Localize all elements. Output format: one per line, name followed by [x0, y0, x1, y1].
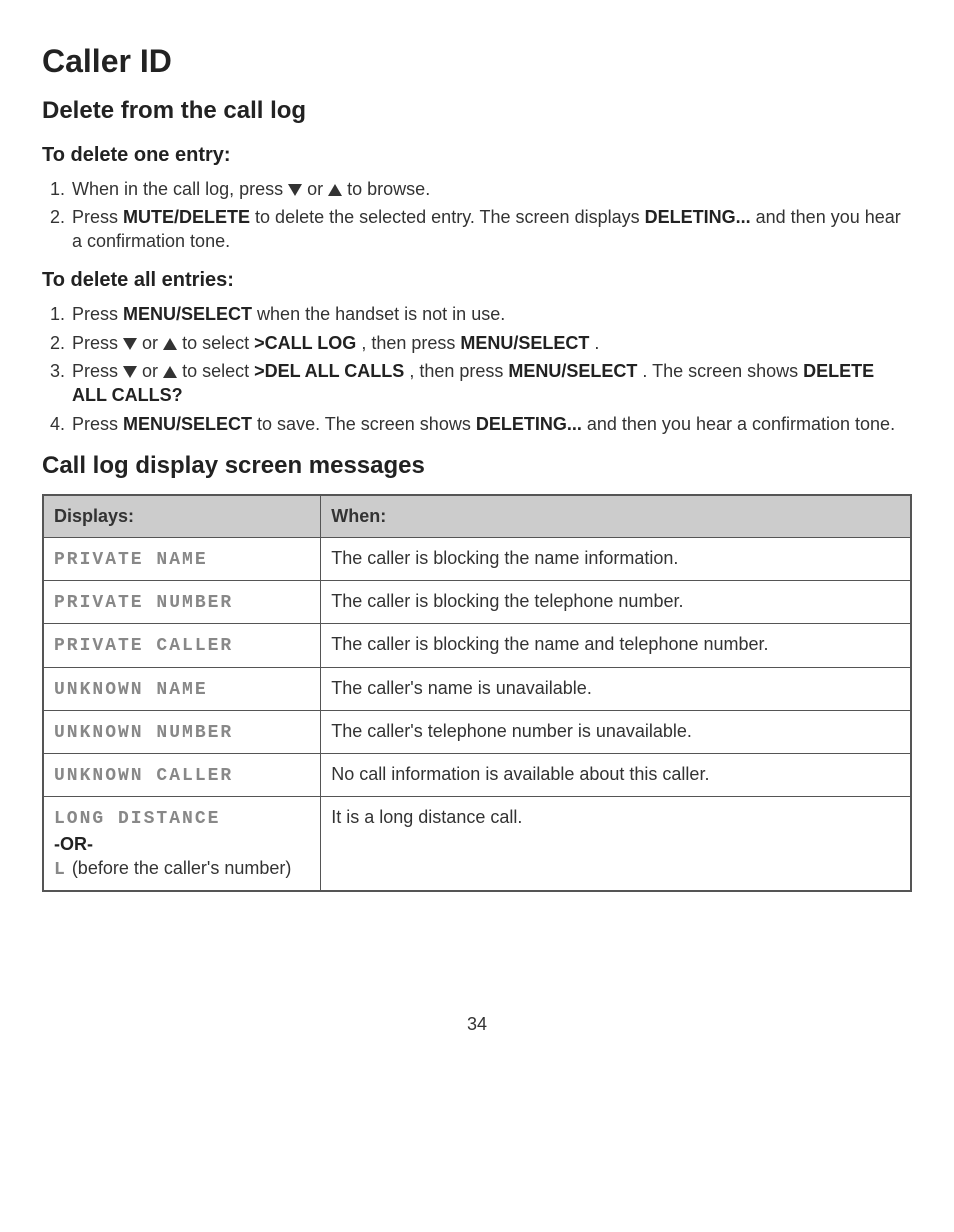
subheading-delete-one: To delete one entry: — [42, 142, 912, 169]
down-triangle-icon — [123, 366, 137, 378]
cell-when: The caller is blocking the name informat… — [321, 537, 911, 580]
column-header-displays: Displays: — [43, 495, 321, 537]
up-triangle-icon — [163, 338, 177, 350]
table-row: PRIVATE NAME The caller is blocking the … — [43, 537, 911, 580]
key-label: MUTE/DELETE — [123, 207, 250, 227]
cell-when: The caller's name is unavailable. — [321, 667, 911, 710]
key-label: MENU/SELECT — [123, 304, 252, 324]
lcd-text: PRIVATE NUMBER — [54, 593, 233, 613]
text: Press — [72, 333, 123, 353]
column-header-when: When: — [321, 495, 911, 537]
up-triangle-icon — [328, 184, 342, 196]
page-number: 34 — [42, 1012, 912, 1036]
text: to select — [182, 333, 254, 353]
down-triangle-icon — [288, 184, 302, 196]
cell-when: The caller is blocking the telephone num… — [321, 580, 911, 623]
table-row: PRIVATE CALLER The caller is blocking th… — [43, 624, 911, 667]
text: Press — [72, 361, 123, 381]
lcd-text: UNKNOWN NAME — [54, 680, 208, 700]
screen-text: DELETING... — [645, 207, 751, 227]
step: Press MENU/SELECT to save. The screen sh… — [70, 412, 912, 436]
step: Press or to select >CALL LOG , then pres… — [70, 331, 912, 355]
step: Press MUTE/DELETE to delete the selected… — [70, 205, 912, 254]
table-row: UNKNOWN CALLER No call information is av… — [43, 754, 911, 797]
up-triangle-icon — [163, 366, 177, 378]
text: , then press — [361, 333, 460, 353]
down-triangle-icon — [123, 338, 137, 350]
text: Press — [72, 207, 123, 227]
step: When in the call log, press or to browse… — [70, 177, 912, 201]
table-row: UNKNOWN NUMBER The caller's telephone nu… — [43, 710, 911, 753]
menu-option: >DEL ALL CALLS — [254, 361, 404, 381]
text: and then you hear a confirmation tone. — [587, 414, 895, 434]
step: Press or to select >DEL ALL CALLS , then… — [70, 359, 912, 408]
cell-when: The caller's telephone number is unavail… — [321, 710, 911, 753]
step: Press MENU/SELECT when the handset is no… — [70, 302, 912, 326]
key-label: MENU/SELECT — [508, 361, 637, 381]
text: to delete the selected entry. The screen… — [255, 207, 645, 227]
lcd-text: LONG DISTANCE — [54, 809, 220, 829]
text: . The screen shows — [642, 361, 803, 381]
lcd-prefix: L — [54, 860, 67, 880]
screen-text: DELETING... — [476, 414, 582, 434]
lcd-text: UNKNOWN NUMBER — [54, 723, 233, 743]
section-delete: Delete from the call log — [42, 95, 912, 127]
text: or — [142, 361, 163, 381]
key-label: MENU/SELECT — [123, 414, 252, 434]
lcd-text: PRIVATE CALLER — [54, 636, 233, 656]
cell-when: It is a long distance call. — [321, 797, 911, 891]
text: . — [594, 333, 599, 353]
key-label: MENU/SELECT — [460, 333, 589, 353]
text: , then press — [409, 361, 508, 381]
text: (before the caller's number) — [67, 858, 292, 878]
lcd-text: PRIVATE NAME — [54, 550, 208, 570]
text: to select — [182, 361, 254, 381]
menu-option: >CALL LOG — [254, 333, 356, 353]
text: or — [307, 179, 328, 199]
table-row: PRIVATE NUMBER The caller is blocking th… — [43, 580, 911, 623]
text: to save. The screen shows — [257, 414, 476, 434]
text: Press — [72, 304, 123, 324]
or-label: -OR- — [54, 834, 93, 854]
text: When in the call log, press — [72, 179, 288, 199]
text: or — [142, 333, 163, 353]
section-messages: Call log display screen messages — [42, 450, 912, 482]
steps-delete-all: Press MENU/SELECT when the handset is no… — [42, 302, 912, 435]
cell-when: No call information is available about t… — [321, 754, 911, 797]
table-row: UNKNOWN NAME The caller's name is unavai… — [43, 667, 911, 710]
table-row: LONG DISTANCE -OR- L (before the caller'… — [43, 797, 911, 891]
cell-when: The caller is blocking the name and tele… — [321, 624, 911, 667]
messages-table: Displays: When: PRIVATE NAME The caller … — [42, 494, 912, 892]
text: Press — [72, 414, 123, 434]
subheading-delete-all: To delete all entries: — [42, 267, 912, 294]
page-title: Caller ID — [42, 40, 912, 83]
lcd-text: UNKNOWN CALLER — [54, 766, 233, 786]
text: to browse. — [347, 179, 430, 199]
steps-delete-one: When in the call log, press or to browse… — [42, 177, 912, 254]
text: when the handset is not in use. — [257, 304, 505, 324]
